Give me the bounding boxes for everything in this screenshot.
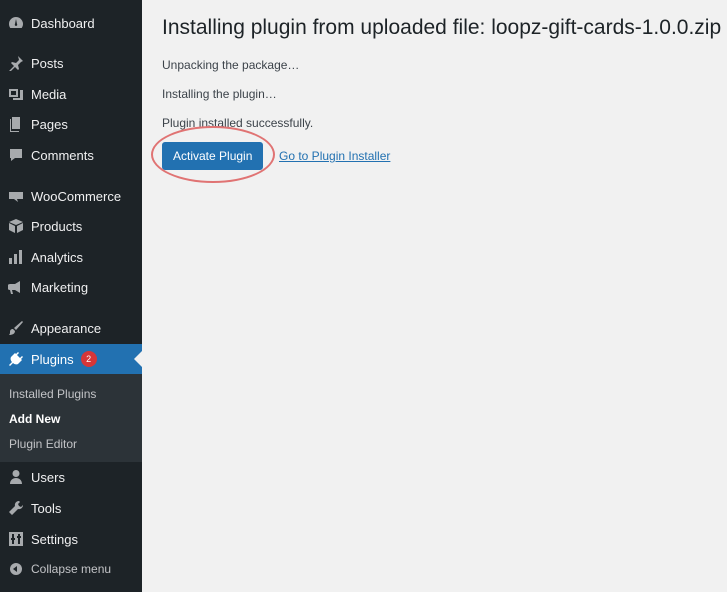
status-message-success: Plugin installed successfully. xyxy=(162,116,314,130)
sidebar-item-label: Users xyxy=(31,469,65,485)
activate-plugin-button[interactable]: Activate Plugin xyxy=(162,142,264,170)
submenu-item-plugin-editor[interactable]: Plugin Editor xyxy=(9,437,77,451)
sidebar-item-label: Marketing xyxy=(31,279,89,295)
sidebar-item-dashboard[interactable]: Dashboard xyxy=(0,8,142,38)
plug-icon xyxy=(7,350,25,368)
sidebar-item-label: Dashboard xyxy=(31,15,95,31)
submenu-item-add-new[interactable]: Add New xyxy=(9,412,60,426)
sidebar-item-settings[interactable]: Settings xyxy=(0,524,142,554)
comment-icon xyxy=(7,146,25,164)
sidebar-item-label: Media xyxy=(31,86,67,102)
go-to-plugin-installer-link[interactable]: Go to Plugin Installer xyxy=(279,149,390,163)
sidebar-item-posts[interactable]: Posts xyxy=(0,48,142,78)
collapse-arrow-icon xyxy=(7,560,25,578)
sidebar-item-comments[interactable]: Comments xyxy=(0,140,142,170)
status-message-unpacking: Unpacking the package… xyxy=(162,58,300,72)
update-count-badge: 2 xyxy=(80,351,97,367)
media-icon xyxy=(7,85,25,103)
sidebar-item-label: Settings xyxy=(31,531,78,547)
sidebar-item-media[interactable]: Media xyxy=(0,79,142,109)
bar-chart-icon xyxy=(7,248,25,266)
status-message-installing: Installing the plugin… xyxy=(162,87,277,101)
sidebar-item-woocommerce[interactable]: WooCommerce xyxy=(0,181,142,211)
settings-icon xyxy=(7,530,25,548)
wrench-icon xyxy=(7,499,25,517)
sidebar-item-marketing[interactable]: Marketing xyxy=(0,272,142,302)
sidebar-item-label: Plugins xyxy=(31,351,74,367)
sidebar-item-label: Tools xyxy=(31,500,62,516)
woo-icon xyxy=(7,187,25,205)
pages-icon xyxy=(7,115,25,133)
sidebar-item-plugins[interactable]: Plugins 2 xyxy=(0,344,142,374)
sidebar-item-label: Analytics xyxy=(31,249,84,265)
current-menu-arrow xyxy=(134,351,142,367)
sidebar-item-label: Pages xyxy=(31,116,68,132)
megaphone-icon xyxy=(7,278,25,296)
sidebar-item-label: Appearance xyxy=(31,320,102,336)
plugins-submenu: Installed Plugins Add New Plugin Editor xyxy=(0,374,142,462)
collapse-menu-label: Collapse menu xyxy=(31,562,112,576)
dashboard-icon xyxy=(7,14,25,32)
box-icon xyxy=(7,217,25,235)
sidebar-item-tools[interactable]: Tools xyxy=(0,493,142,523)
sidebar-item-label: WooCommerce xyxy=(31,188,122,204)
sidebar-item-pages[interactable]: Pages xyxy=(0,109,142,139)
collapse-menu-button[interactable]: Collapse menu xyxy=(0,554,142,584)
page-title: Installing plugin from uploaded file: lo… xyxy=(162,16,722,39)
sidebar-item-label: Comments xyxy=(31,147,94,163)
user-icon xyxy=(7,468,25,486)
submenu-item-installed-plugins[interactable]: Installed Plugins xyxy=(9,387,96,401)
sidebar-item-products[interactable]: Products xyxy=(0,211,142,241)
sidebar-item-analytics[interactable]: Analytics xyxy=(0,242,142,272)
paintbrush-icon xyxy=(7,319,25,337)
sidebar-item-users[interactable]: Users xyxy=(0,462,142,492)
sidebar-item-appearance[interactable]: Appearance xyxy=(0,313,142,343)
sidebar-item-label: Products xyxy=(31,218,83,234)
admin-sidebar: Dashboard Posts Media Pages Comments Woo… xyxy=(0,0,142,592)
pin-icon xyxy=(7,54,25,72)
sidebar-item-label: Posts xyxy=(31,55,64,71)
